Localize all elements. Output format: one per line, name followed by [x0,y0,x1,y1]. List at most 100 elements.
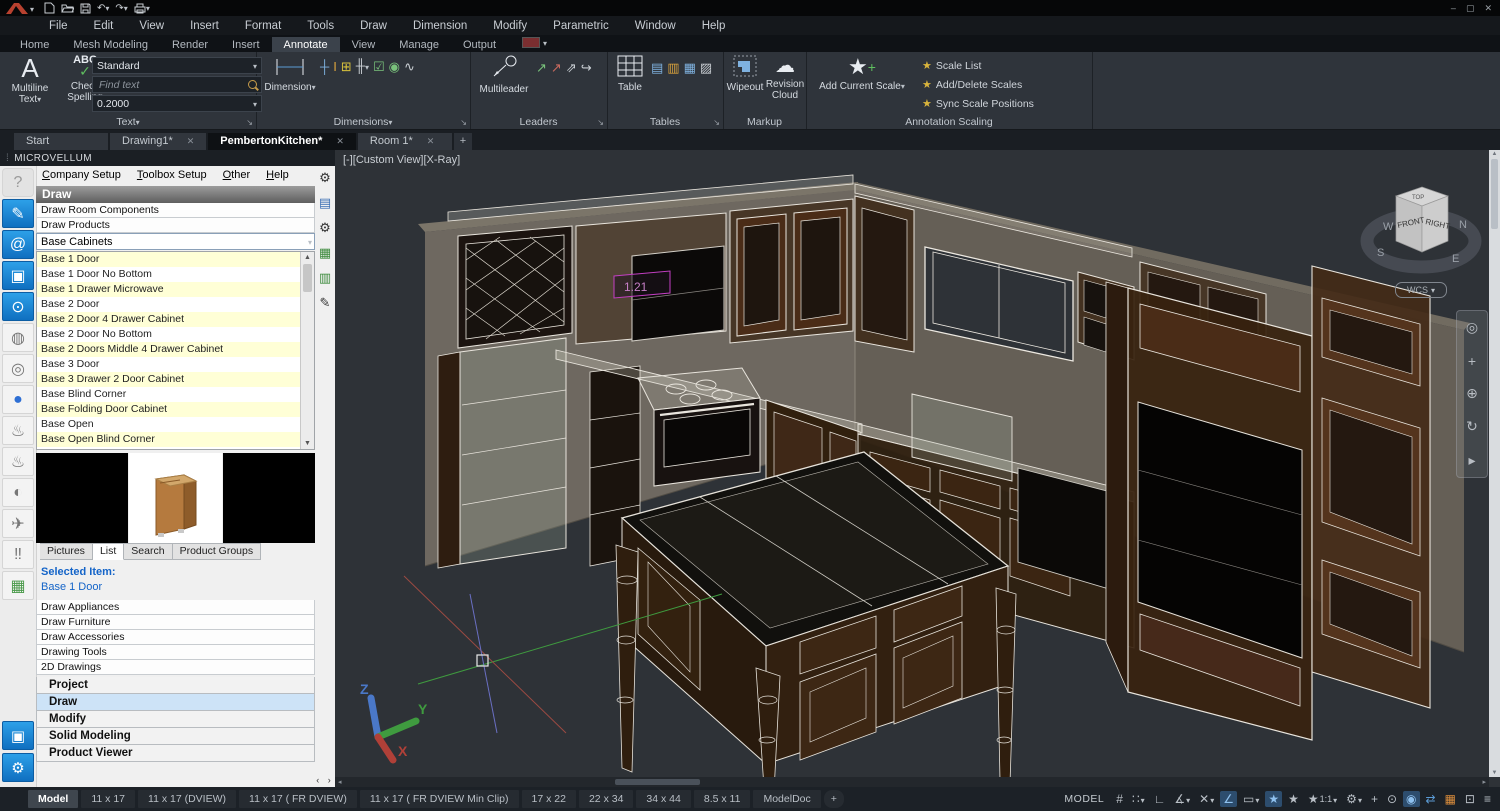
dimension-button[interactable]: Dimension [264,55,316,93]
close-button[interactable]: ✕ [1484,3,1492,14]
palette-command-row[interactable]: Draw Appliances [36,600,315,615]
scroll-down-icon[interactable]: ▼ [304,440,311,447]
render-teapot-settings-icon[interactable]: ♨ [2,447,34,476]
product-list-item[interactable]: Base 2 Door No Bottom [37,327,303,342]
polar-tracking-icon[interactable]: ∡ [1171,788,1193,810]
ribbon-display-button[interactable] [518,32,551,52]
snap-icon[interactable]: ∷ [1129,788,1148,810]
panel-launcher-icon[interactable]: ↘ [246,118,253,127]
workspace-icon[interactable]: ⚙ [1343,788,1365,810]
layout-tab[interactable]: Model [28,790,78,808]
palette-command-row[interactable]: Draw Furniture [36,615,315,630]
project-tools-icon[interactable]: ▣ [2,721,34,750]
selected-item-value[interactable]: Base 1 Door [41,581,315,593]
settings-large-icon[interactable]: ⚙ [319,220,331,236]
sync-settings-icon[interactable]: ⇄ [1423,791,1439,807]
panel-label-text[interactable]: Text [0,116,256,128]
close-icon[interactable] [427,136,435,147]
dim-update-icon[interactable]: ⊞ [341,59,352,75]
menu-item[interactable]: Format [232,18,294,34]
product-list-item[interactable]: Base Open [37,417,303,432]
palette-command-row[interactable]: 2D Drawings [36,660,315,675]
units-icon[interactable]: ⊙ [1384,791,1400,807]
graphics-performance-icon[interactable]: ◉ [1403,791,1419,807]
product-list-item[interactable]: Base Open End Cabinet [37,447,303,450]
ribbon-tab[interactable]: Output [451,37,508,52]
scroll-down-icon[interactable]: ▼ [1492,770,1498,776]
ribbon-tab[interactable]: Mesh Modeling [61,37,160,52]
panel-launcher-icon[interactable]: ↘ [597,118,604,127]
marker-icon[interactable]: ✎ [320,295,331,311]
walk-footsteps-icon[interactable]: ‼ [2,540,34,569]
wipeout-button[interactable]: Wipeout [725,55,765,93]
layout-tab[interactable]: 34 x 44 [636,790,690,808]
render-sphere-settings-icon[interactable]: ◐ [2,478,34,507]
vertical-scrollbar[interactable]: ▲ ▼ [1489,150,1500,777]
showmotion-icon[interactable]: ▸ [1468,452,1475,469]
restore-button[interactable]: ▢ [1466,3,1475,14]
ribbon-tab[interactable]: Insert [220,37,272,52]
sync-scale-positions-item[interactable]: ★Sync Scale Positions [922,94,1034,113]
layout-tab[interactable]: 11 x 17 ( FR DVIEW Min Clip) [360,790,519,808]
panel-label-dimensions[interactable]: Dimensions [256,116,470,128]
minimize-button[interactable]: – [1451,3,1456,14]
dim-adjust-space-icon[interactable]: I [333,59,337,75]
render-teapot-icon[interactable]: ♨ [2,416,34,445]
clean-screen-icon[interactable]: ⊡ [1462,791,1478,807]
object-snap-icon[interactable]: ∠ [1220,791,1237,807]
scrollbar-thumb[interactable] [615,779,700,785]
panel-launcher-icon[interactable]: ↘ [460,118,467,127]
palette-menu-item[interactable]: Other [223,169,251,186]
ribbon-tab[interactable]: Render [160,37,220,52]
palette-section-header[interactable]: Modify [36,711,315,728]
ortho-icon[interactable]: ∟ [1151,791,1169,807]
category-combo[interactable]: Base Cabinets [36,233,315,250]
annotation-monitor-icon[interactable]: + [1368,791,1381,807]
ribbon-tab[interactable]: View [340,37,388,52]
new-file-icon[interactable] [44,2,55,14]
palette-section-header[interactable]: Draw [36,694,315,711]
dim-break-icon[interactable]: ┼ [320,59,329,75]
draw-cube-icon[interactable]: ▣ [2,261,34,290]
open-file-icon[interactable] [61,3,74,14]
product-list-item[interactable]: Base Folding Door Cabinet [37,402,303,417]
table-extract-icon[interactable]: ▥ [667,60,679,76]
preview-tab[interactable]: List [93,543,124,560]
zoom-icon[interactable]: ⊕ [1466,385,1478,402]
dim-center-mark-icon[interactable]: ◉ [389,59,400,75]
redo-icon[interactable]: ↷ [115,3,127,14]
panel-launcher-icon[interactable]: ↘ [713,118,720,127]
close-icon[interactable] [187,136,195,147]
isodraft-icon[interactable]: ✕ [1196,788,1217,810]
draw-spiral-icon[interactable]: @ [2,230,34,259]
palette-command-row[interactable]: Drawing Tools [36,645,315,660]
preview-image-right[interactable] [223,453,315,543]
palette-settings-icon[interactable]: ⚙ [2,753,34,782]
render-sphere-outline-icon[interactable]: ◎ [2,354,34,383]
draw-marker-icon[interactable]: ✎ [2,199,34,228]
ribbon-tab[interactable]: Annotate [272,37,340,52]
menu-item[interactable]: Edit [81,18,127,34]
render-image-icon[interactable]: ▦ [2,571,34,600]
model-space-button[interactable]: MODEL [1064,793,1104,805]
customization-icon[interactable]: ≡ [1481,791,1494,807]
menu-item[interactable]: Draw [347,18,400,34]
palette-command-row[interactable]: Draw Room Components [36,203,315,218]
palette-group-header[interactable]: Draw [36,186,315,203]
product-list-item[interactable]: Base 2 Doors Middle 4 Drawer Cabinet [37,342,303,357]
undo-icon[interactable]: ↶ [97,3,109,14]
find-text-input[interactable] [97,78,231,92]
text-style-combo[interactable]: Standard [92,57,262,74]
report-doc-icon[interactable]: ▤ [319,195,331,211]
text-height-combo[interactable]: 0.2000 [92,95,262,112]
settings-small-icon[interactable]: ⚙ [319,170,331,186]
product-list-item[interactable]: Base 1 Door No Bottom [37,267,303,282]
revision-cloud-button[interactable]: ☁ Revision Cloud [765,55,805,101]
scale-list-item[interactable]: ★Scale List [922,56,1034,75]
layout-tab[interactable]: 22 x 34 [579,790,633,808]
add-current-scale-button[interactable]: ★+ Add Current Scale [814,55,910,92]
palette-menu-item[interactable]: Help [266,169,289,186]
scroll-up-icon[interactable]: ▲ [1492,151,1498,157]
menu-item[interactable]: Help [689,18,739,34]
scroll-up-icon[interactable]: ▲ [304,254,311,261]
